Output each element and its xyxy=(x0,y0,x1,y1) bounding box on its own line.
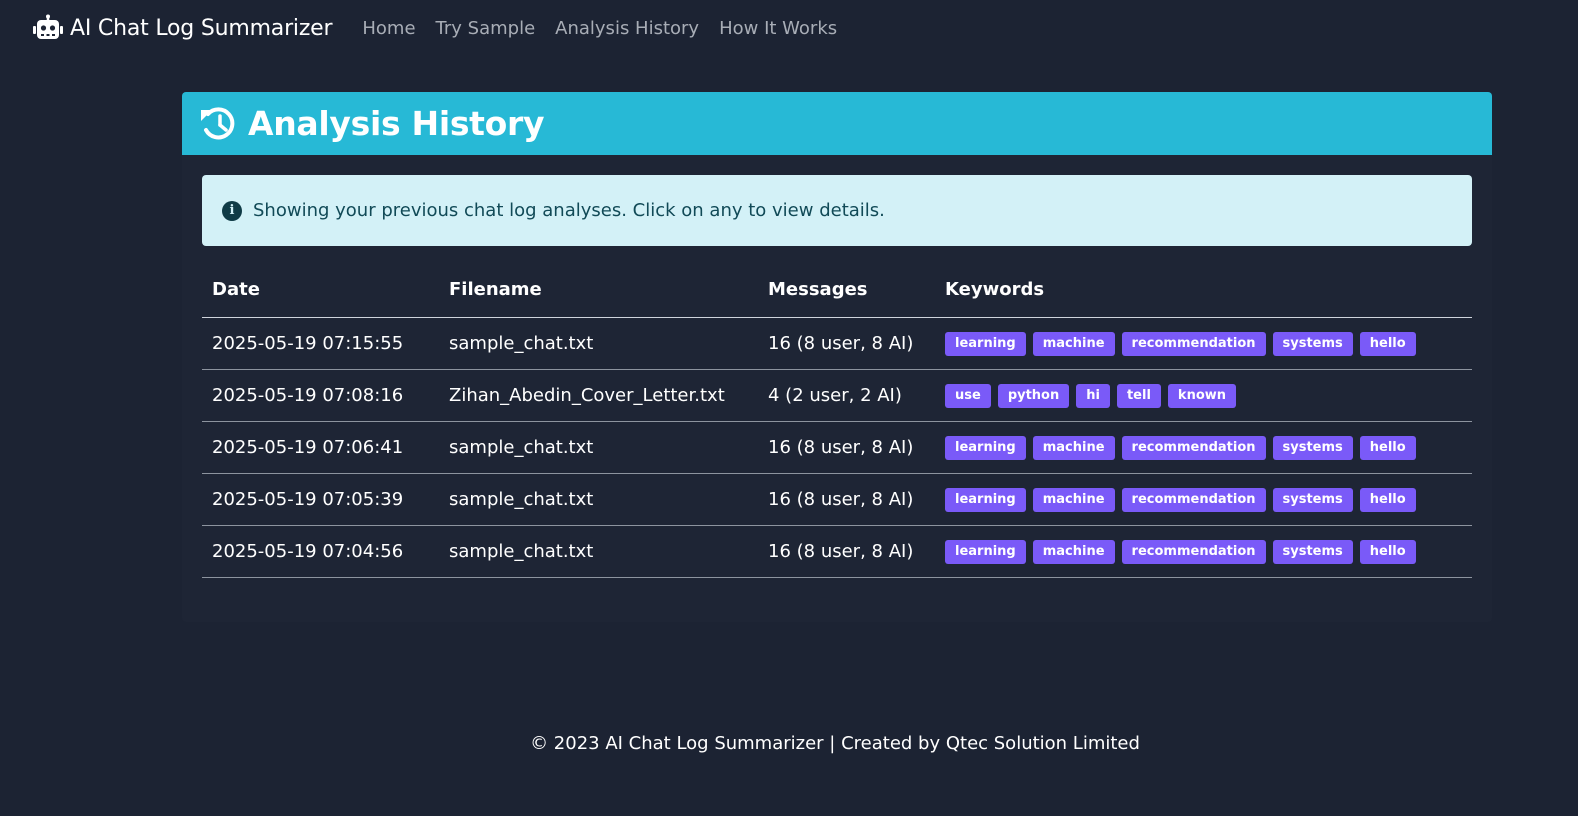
keyword-badge: python xyxy=(997,383,1070,408)
history-table: Date Filename Messages Keywords 2025-05-… xyxy=(202,262,1472,578)
keyword-badge: hello xyxy=(1359,539,1416,564)
row-keywords: learning machine recommendation systems hell… xyxy=(935,317,1472,370)
keyword-badge: systems xyxy=(1272,487,1353,512)
footer: © 2023 AI Chat Log Summarizer | Created … xyxy=(0,733,1578,754)
row-date: 2025-05-19 07:08:16 xyxy=(202,369,439,422)
keyword-badge: learning xyxy=(945,435,1026,460)
row-keywords: learning machine recommendation systems hell… xyxy=(935,525,1472,578)
table-row[interactable]: 2025-05-19 07:04:56 sample_chat.txt 16 (… xyxy=(202,525,1472,578)
card-header: Analysis History xyxy=(182,92,1492,155)
nav-links: Home Try Sample Analysis History How It … xyxy=(352,18,847,39)
table-header-row: Date Filename Messages Keywords xyxy=(202,262,1472,318)
row-keywords: learning machine recommendation systems hell… xyxy=(935,421,1472,474)
row-filename: sample_chat.txt xyxy=(439,421,758,474)
keyword-badge: hi xyxy=(1076,383,1110,408)
header-messages: Messages xyxy=(758,262,935,318)
keyword-badge: learning xyxy=(945,539,1026,564)
header-date: Date xyxy=(202,262,439,318)
keyword-badge: systems xyxy=(1272,331,1353,356)
nav-try-sample[interactable]: Try Sample xyxy=(436,18,536,39)
row-filename: sample_chat.txt xyxy=(439,317,758,370)
keyword-badge: machine xyxy=(1032,331,1115,356)
row-messages: 4 (2 user, 2 AI) xyxy=(758,369,935,422)
keyword-badge: systems xyxy=(1272,539,1353,564)
nav-analysis-history[interactable]: Analysis History xyxy=(555,18,699,39)
keyword-badge: machine xyxy=(1032,487,1115,512)
row-filename: sample_chat.txt xyxy=(439,525,758,578)
keyword-badge: known xyxy=(1167,383,1237,408)
history-card: Analysis History i Showing your previous… xyxy=(182,92,1492,622)
table-row[interactable]: 2025-05-19 07:06:41 sample_chat.txt 16 (… xyxy=(202,421,1472,474)
row-keywords: use python hi tell known xyxy=(935,369,1472,422)
keyword-badge: recommendation xyxy=(1121,539,1266,564)
keyword-badge: use xyxy=(945,383,991,408)
table-row[interactable]: 2025-05-19 07:08:16 Zihan_Abedin_Cover_L… xyxy=(202,369,1472,422)
info-alert: i Showing your previous chat log analyse… xyxy=(202,175,1472,246)
row-date: 2025-05-19 07:04:56 xyxy=(202,525,439,578)
footer-text: © 2023 AI Chat Log Summarizer | Created … xyxy=(530,733,1140,754)
row-filename: sample_chat.txt xyxy=(439,473,758,526)
brand-name: AI Chat Log Summarizer xyxy=(70,15,333,41)
keyword-badge: learning xyxy=(945,487,1026,512)
robot-icon xyxy=(33,14,63,39)
table-row[interactable]: 2025-05-19 07:05:39 sample_chat.txt 16 (… xyxy=(202,473,1472,526)
navbar: AI Chat Log Summarizer Home Try Sample A… xyxy=(0,0,1578,56)
keyword-badge: machine xyxy=(1032,435,1115,460)
row-messages: 16 (8 user, 8 AI) xyxy=(758,525,935,578)
history-icon xyxy=(201,106,235,139)
row-filename: Zihan_Abedin_Cover_Letter.txt xyxy=(439,369,758,422)
header-filename: Filename xyxy=(439,262,758,318)
header-keywords: Keywords xyxy=(935,262,1472,318)
row-date: 2025-05-19 07:15:55 xyxy=(202,317,439,370)
keyword-badge: machine xyxy=(1032,539,1115,564)
table-row[interactable]: 2025-05-19 07:15:55 sample_chat.txt 16 (… xyxy=(202,317,1472,370)
row-messages: 16 (8 user, 8 AI) xyxy=(758,421,935,474)
keyword-badge: recommendation xyxy=(1121,331,1266,356)
keyword-badge: learning xyxy=(945,331,1026,356)
keyword-badge: hello xyxy=(1359,331,1416,356)
row-date: 2025-05-19 07:05:39 xyxy=(202,473,439,526)
row-date: 2025-05-19 07:06:41 xyxy=(202,421,439,474)
alert-text: Showing your previous chat log analyses.… xyxy=(253,200,885,221)
keyword-badge: recommendation xyxy=(1121,435,1266,460)
keyword-badge: systems xyxy=(1272,435,1353,460)
info-icon: i xyxy=(222,200,242,221)
nav-home[interactable]: Home xyxy=(362,18,415,39)
keyword-badge: hello xyxy=(1359,435,1416,460)
page-title: Analysis History xyxy=(248,104,545,143)
keyword-badge: hello xyxy=(1359,487,1416,512)
keyword-badge: recommendation xyxy=(1121,487,1266,512)
nav-how-it-works[interactable]: How It Works xyxy=(719,18,837,39)
row-messages: 16 (8 user, 8 AI) xyxy=(758,473,935,526)
row-messages: 16 (8 user, 8 AI) xyxy=(758,317,935,370)
brand-link[interactable]: AI Chat Log Summarizer xyxy=(32,14,333,42)
keyword-badge: tell xyxy=(1116,383,1161,408)
row-keywords: learning machine recommendation systems hell… xyxy=(935,473,1472,526)
